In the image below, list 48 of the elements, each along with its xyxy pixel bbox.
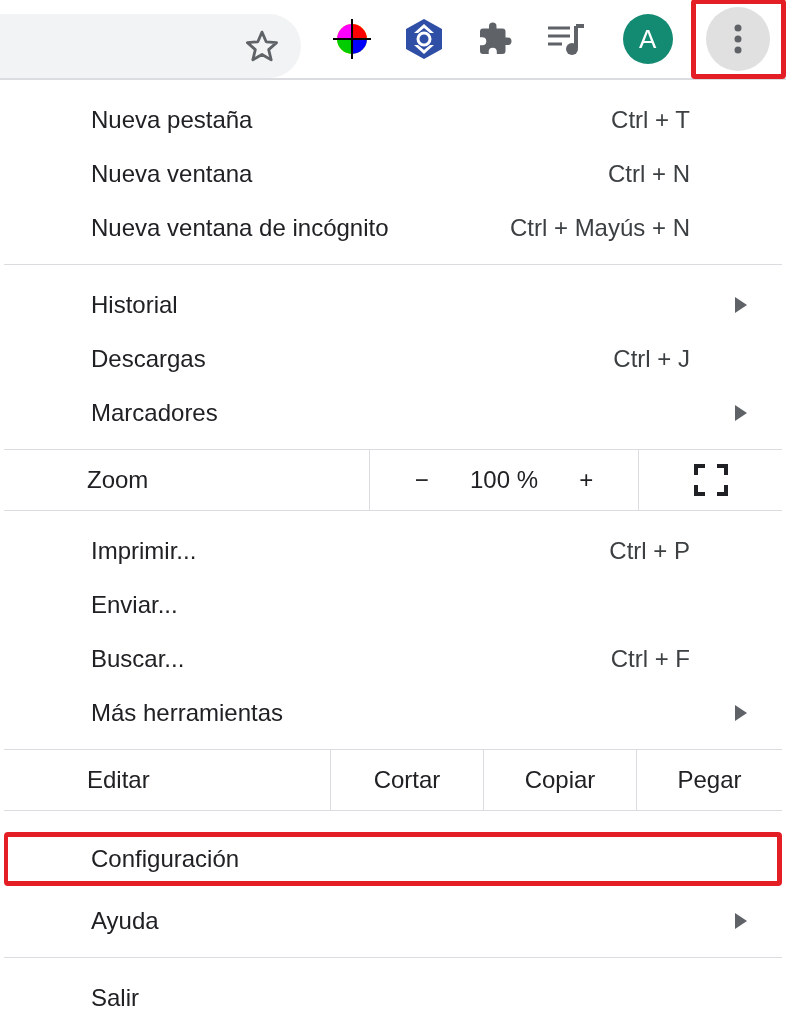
menu-item[interactable]: Más herramientas (4, 686, 782, 740)
menu-item[interactable]: Nueva ventana de incógnito Ctrl + Mayús + N (4, 201, 782, 255)
menu-item-label: Enviar... (91, 591, 179, 619)
hexagon-icon[interactable] (405, 19, 442, 59)
zoom-in-button[interactable]: + (571, 462, 602, 498)
zoom-out-button[interactable]: − (406, 462, 437, 498)
menu-button[interactable] (690, 0, 786, 79)
submenu-arrow-icon (735, 705, 747, 721)
menu-item[interactable]: Enviar... (4, 578, 782, 632)
fullscreen-icon (693, 464, 728, 496)
menu-item-label: Marcadores (91, 399, 219, 427)
zoom-label: Zoom (86, 465, 150, 495)
menu-item-label: Buscar... (91, 645, 186, 673)
shortcut-label: Ctrl + P (609, 537, 690, 565)
shortcut-label: Ctrl + T (611, 106, 690, 134)
menu-item-label: Descargas (91, 345, 207, 373)
menu-item-label: Más herramientas (91, 699, 285, 727)
color-wheel-icon[interactable] (332, 19, 371, 59)
shortcut-label: Ctrl + F (610, 645, 690, 673)
menu-item[interactable]: Ayuda (4, 894, 782, 948)
submenu-arrow-icon (735, 913, 747, 929)
menu-item-label: Nueva ventana (91, 160, 254, 188)
shortcut-label: Ctrl + Mayús + N (509, 214, 690, 242)
menu-item[interactable]: Salir (4, 971, 782, 1024)
submenu-arrow-icon (735, 297, 747, 313)
menu-item-label: Nueva pestaña (91, 106, 254, 134)
shortcut-label: Ctrl + J (613, 345, 690, 373)
more-vertical-icon (734, 24, 743, 54)
profile-avatar[interactable]: A (622, 14, 673, 64)
edit-label: Editar (86, 765, 151, 795)
menu-item-label: Ayuda (91, 907, 160, 935)
shortcut-label: Ctrl + N (608, 160, 690, 188)
menu-item[interactable]: Buscar... Ctrl + F (4, 632, 782, 686)
zoom-value: 100 % (469, 466, 538, 494)
submenu-arrow-icon (735, 405, 747, 421)
menu-item[interactable]: Marcadores (4, 386, 782, 440)
menu-item-label: Configuración (91, 845, 241, 873)
menu-item[interactable]: Historial (4, 278, 782, 332)
menu-item[interactable]: Descargas Ctrl + J (4, 332, 782, 386)
menu-item-label: Historial (91, 291, 179, 319)
menu-item[interactable]: Imprimir... Ctrl + P (4, 524, 782, 578)
menu-item[interactable]: Nueva ventana Ctrl + N (4, 147, 782, 201)
menu-item[interactable]: Configuración (4, 832, 782, 886)
menu-item[interactable]: Nueva pestaña Ctrl + T (4, 93, 782, 147)
menu-item-label: Imprimir... (91, 537, 198, 565)
star-icon[interactable] (244, 30, 279, 62)
menu-item-label: Salir (91, 984, 140, 1012)
menu-item-label: Nueva ventana de incógnito (91, 214, 390, 242)
